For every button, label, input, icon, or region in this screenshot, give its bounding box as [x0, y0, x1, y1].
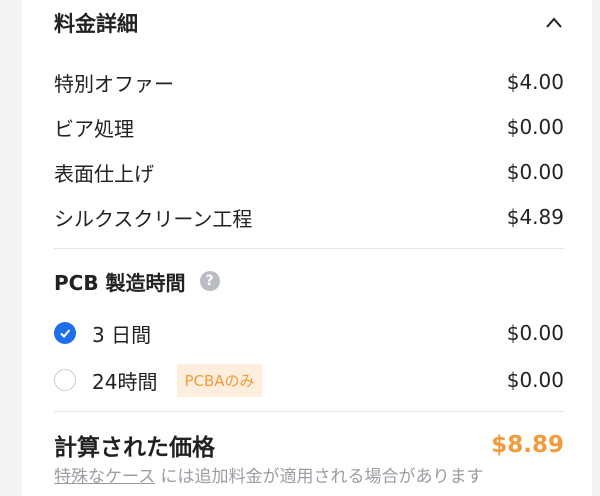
line-item-label: 表面仕上げ: [54, 161, 154, 186]
checkbox-checked-icon[interactable]: [54, 322, 76, 344]
option-label: 24時間: [92, 369, 158, 394]
special-case-link[interactable]: 特殊なケース: [54, 467, 155, 487]
option-label: 3 日間: [92, 322, 152, 347]
section-title: 料金詳細: [54, 12, 138, 36]
divider: [54, 248, 564, 249]
build-time-option-24h[interactable]: 24時間 PCBAのみ $0.00: [54, 363, 564, 397]
note-text: には追加料金が適用される場合があります: [155, 467, 484, 487]
divider: [54, 411, 564, 412]
special-case-note: 特殊なケース には追加料金が適用される場合があります: [54, 462, 484, 487]
total-label: 計算された価格: [54, 435, 215, 461]
pcba-only-badge: PCBAのみ: [177, 363, 262, 397]
radio-unchecked[interactable]: [54, 369, 76, 391]
line-item-price: $0.00: [506, 115, 564, 139]
line-item-label: ビア処理: [54, 116, 134, 141]
option-price: $0.00: [506, 321, 564, 345]
total-row: 計算された価格 $8.89: [54, 428, 564, 462]
line-item-via: ビア処理 $0.00: [54, 112, 564, 142]
price-details-header[interactable]: 料金詳細: [54, 6, 564, 40]
chevron-up-icon[interactable]: [544, 13, 564, 33]
build-time-title: PCB 製造時間: [54, 270, 186, 295]
line-item-surface-finish: 表面仕上げ $0.00: [54, 157, 564, 187]
line-item-price: $4.89: [506, 205, 564, 229]
total-price: $8.89: [491, 432, 564, 458]
line-item-price: $0.00: [506, 160, 564, 184]
build-time-option-3days[interactable]: 3 日間 $0.00: [54, 316, 564, 350]
line-item-special-offer: 特別オファー $4.00: [54, 67, 564, 97]
question-circle-icon[interactable]: ?: [199, 271, 220, 291]
option-price: $0.00: [506, 368, 564, 392]
price-details-card: 料金詳細 特別オファー $4.00 ビア処理 $0.00 表面仕上げ $0.00…: [22, 0, 592, 496]
line-item-label: 特別オファー: [54, 71, 174, 96]
build-time-heading: PCB 製造時間 ?: [54, 266, 220, 296]
line-item-price: $4.00: [506, 70, 564, 94]
line-item-label: シルクスクリーン工程: [54, 206, 253, 231]
line-item-silkscreen: シルクスクリーン工程 $4.89: [54, 202, 564, 232]
